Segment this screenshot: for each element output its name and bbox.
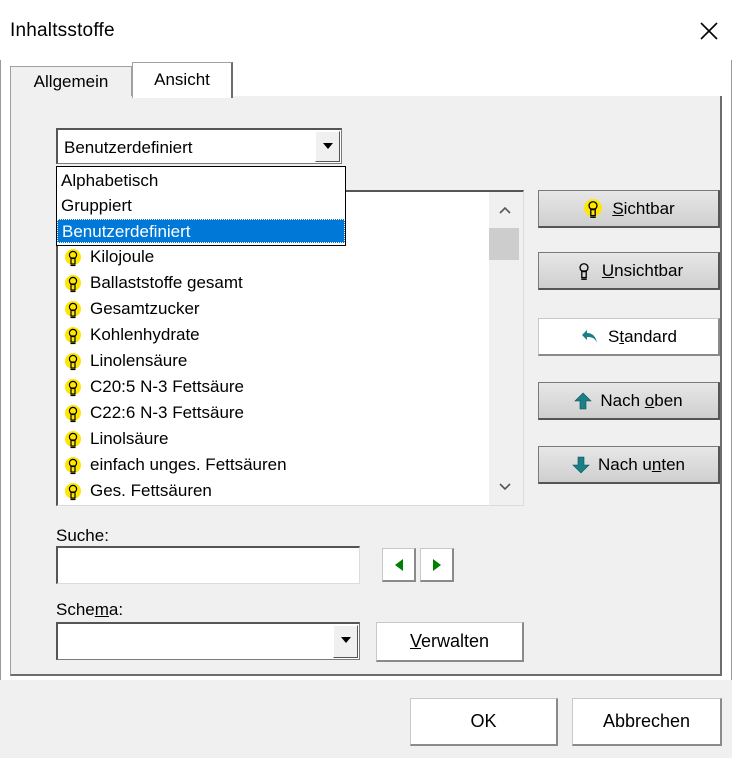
list-item[interactable]: Kilojoule bbox=[64, 244, 154, 270]
schema-dropdown-button[interactable] bbox=[333, 625, 358, 658]
tab-ansicht[interactable]: Ansicht bbox=[132, 62, 233, 98]
ok-button[interactable]: OK bbox=[410, 698, 558, 746]
chevron-down-icon bbox=[323, 143, 333, 149]
sort-mode-value: Benutzerdefiniert bbox=[64, 138, 193, 157]
bulb-on-icon bbox=[65, 430, 81, 448]
chevron-down-icon bbox=[341, 637, 351, 643]
sort-mode-dropdown-button[interactable] bbox=[315, 131, 340, 162]
list-item[interactable]: Ballaststoffe gesamt bbox=[64, 270, 243, 296]
arrow-up-icon bbox=[574, 392, 593, 409]
dropdown-option-benutzerdefiniert[interactable]: Benutzerdefiniert bbox=[57, 219, 345, 243]
schema-label: Schema: bbox=[56, 600, 124, 619]
bulb-on-icon bbox=[65, 482, 81, 500]
tab-allgemein[interactable]: Allgemein bbox=[10, 66, 132, 96]
window-title: Inhaltsstoffe bbox=[10, 20, 115, 41]
search-previous-button[interactable] bbox=[382, 548, 416, 582]
scrollbar-thumb[interactable] bbox=[489, 228, 519, 260]
scroll-up-icon[interactable] bbox=[499, 206, 511, 214]
list-item[interactable]: Linolsäure bbox=[64, 426, 168, 452]
window-border-left bbox=[0, 60, 1, 758]
move-down-button[interactable]: Nach unten bbox=[538, 446, 720, 484]
bulb-on-icon bbox=[65, 352, 81, 370]
bulb-on-icon bbox=[65, 456, 81, 474]
visible-button[interactable]: Sichtbar bbox=[538, 190, 720, 228]
move-up-button[interactable]: Nach oben bbox=[538, 382, 720, 420]
bulb-on-icon bbox=[65, 248, 81, 266]
list-item[interactable]: C22:6 N-3 Fettsäure bbox=[64, 400, 244, 426]
cancel-button[interactable]: Abbrechen bbox=[572, 698, 722, 746]
list-item[interactable]: Ges. Fettsäuren bbox=[64, 478, 212, 504]
arrow-down-icon bbox=[572, 456, 590, 473]
bulb-on-icon bbox=[584, 198, 603, 218]
bulb-on-icon bbox=[65, 274, 81, 292]
list-item[interactable]: Linolensäure bbox=[64, 348, 187, 374]
schema-combo[interactable] bbox=[56, 622, 360, 660]
list-item[interactable]: Kohlenhydrate bbox=[64, 322, 200, 348]
bulb-off-icon bbox=[579, 262, 589, 280]
search-label: Suche: bbox=[56, 526, 109, 545]
dropdown-option-gruppiert[interactable]: Gruppiert bbox=[57, 194, 345, 218]
close-button[interactable] bbox=[692, 14, 726, 48]
manage-schema-button[interactable]: Verwalten bbox=[376, 622, 524, 662]
close-icon bbox=[700, 22, 718, 40]
bulb-on-icon bbox=[65, 300, 81, 318]
list-item[interactable]: einfach unges. Fettsäuren bbox=[64, 452, 287, 478]
sort-mode-dropdown-list: Alphabetisch Gruppiert Benutzerdefiniert bbox=[56, 166, 346, 246]
search-input[interactable] bbox=[56, 546, 360, 584]
triangle-right-icon bbox=[432, 558, 441, 571]
list-scrollbar[interactable] bbox=[489, 192, 523, 505]
list-item[interactable]: Gesamtzucker bbox=[64, 296, 200, 322]
standard-button[interactable]: Standard bbox=[538, 318, 720, 356]
list-item[interactable]: C20:5 N-3 Fettsäure bbox=[64, 374, 244, 400]
sort-mode-combo[interactable]: Benutzerdefiniert bbox=[56, 128, 342, 164]
bulb-on-icon bbox=[65, 404, 81, 422]
bulb-on-icon bbox=[65, 326, 81, 344]
bulb-on-icon bbox=[65, 378, 81, 396]
invisible-button[interactable]: Unsichtbar bbox=[538, 252, 720, 290]
dropdown-option-alphabetisch[interactable]: Alphabetisch bbox=[57, 169, 345, 193]
search-next-button[interactable] bbox=[420, 548, 454, 582]
triangle-left-icon bbox=[394, 558, 403, 571]
scroll-down-icon[interactable] bbox=[499, 483, 511, 491]
undo-arrow-icon bbox=[581, 329, 597, 343]
